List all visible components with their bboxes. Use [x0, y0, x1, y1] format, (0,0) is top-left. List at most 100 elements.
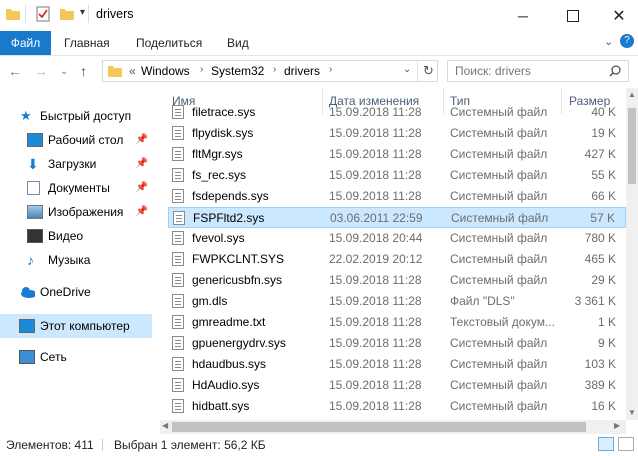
pin-icon[interactable]: 📌	[136, 200, 148, 224]
file-type: Системный файл	[450, 399, 548, 413]
file-date: 15.09.2018 11:28	[329, 294, 422, 308]
file-date: 15.09.2018 11:28	[329, 189, 422, 203]
tab-file[interactable]: Файл	[0, 31, 51, 55]
file-row[interactable]: fs_rec.sys 15.09.2018 11:28 Системный файл…	[168, 165, 626, 186]
maximize-button[interactable]	[550, 0, 596, 31]
file-row[interactable]: fsdepends.sys 15.09.2018 11:28 Системный ф…	[168, 186, 626, 207]
breadcrumb-windows[interactable]: Windows	[141, 64, 190, 78]
file-row[interactable]: fltMgr.sys 15.09.2018 11:28 Системный файл…	[168, 144, 626, 165]
vertical-scroll-thumb[interactable]	[628, 108, 636, 184]
nav-label: Рабочий стол	[48, 133, 124, 147]
file-row[interactable]: hidbatt.sys 15.09.2018 11:28 Системный фай…	[168, 396, 626, 417]
recent-locations-icon[interactable]: ⌄	[60, 66, 68, 77]
pin-icon[interactable]: 📌	[136, 128, 148, 152]
pin-icon[interactable]: 📌	[136, 176, 148, 200]
close-button[interactable]: ✕	[596, 0, 638, 31]
file-icon	[172, 336, 184, 350]
file-size: 29 K	[591, 273, 616, 287]
up-button[interactable]: ↑	[80, 63, 87, 79]
file-icon	[172, 378, 184, 392]
nav-network[interactable]: Сеть	[0, 345, 156, 369]
scroll-left-icon[interactable]: ◀	[162, 421, 168, 430]
file-date: 15.09.2018 11:28	[329, 357, 422, 371]
documents-icon	[27, 181, 40, 195]
nav-documents[interactable]: Документы 📌	[0, 176, 156, 200]
forward-button[interactable]: →	[34, 63, 48, 79]
file-row[interactable]: FWPKCLNT.SYS 22.02.2019 20:12 Системный фа…	[168, 249, 626, 270]
file-size: 19 K	[591, 126, 616, 140]
scroll-right-icon[interactable]: ▶	[614, 421, 620, 430]
address-bar[interactable]: « Windows › System32 › drivers › ⌄ ↻	[102, 60, 438, 82]
file-type: Системный файл	[450, 336, 548, 350]
file-type: Системный файл	[450, 126, 548, 140]
help-icon[interactable]: ?	[620, 34, 634, 48]
file-icon	[172, 189, 184, 203]
file-type: Системный файл	[450, 147, 548, 161]
pin-icon[interactable]: 📌	[136, 152, 148, 176]
chevron-right-icon[interactable]: ›	[200, 64, 203, 75]
music-icon: ♪	[27, 252, 34, 268]
nav-this-pc[interactable]: Этот компьютер	[0, 314, 152, 338]
file-row[interactable]: gmreadme.txt 15.09.2018 11:28 Текстовый до…	[168, 312, 626, 333]
scroll-up-icon[interactable]: ▲	[628, 90, 636, 99]
download-icon: ⬇	[27, 156, 39, 172]
tab-home[interactable]: Главная	[64, 31, 110, 55]
file-type: Файл "DLS"	[450, 294, 515, 308]
nav-quick-access[interactable]: ★ Быстрый доступ	[0, 104, 156, 128]
file-list: Имя Дата изменения Тип Размер filetrace.…	[160, 88, 626, 420]
file-row[interactable]: hdaudbus.sys 15.09.2018 11:28 Системный фа…	[168, 354, 626, 375]
expand-ribbon-icon[interactable]: ⌄	[604, 35, 613, 48]
details-view-icon[interactable]	[598, 437, 614, 451]
minimize-button[interactable]: ─	[500, 0, 546, 31]
chevron-right-icon[interactable]: ›	[273, 64, 276, 75]
tab-view[interactable]: Вид	[227, 31, 249, 55]
file-row[interactable]: gm.dls 15.09.2018 11:28 Файл "DLS" 3 361 K	[168, 291, 626, 312]
search-icon	[609, 65, 621, 77]
file-icon	[172, 357, 184, 371]
file-icon	[173, 211, 185, 225]
nav-desktop[interactable]: Рабочий стол 📌	[0, 128, 156, 152]
nav-label: Изображения	[48, 205, 124, 219]
breadcrumb-overflow[interactable]: «	[129, 64, 136, 78]
file-row[interactable]: filetrace.sys 15.09.2018 11:28 Системный ф…	[168, 102, 626, 123]
file-row[interactable]: genericusbfn.sys 15.09.2018 11:28 Системны…	[168, 270, 626, 291]
new-folder-icon[interactable]	[60, 8, 74, 20]
scroll-down-icon[interactable]: ▼	[628, 408, 636, 417]
nav-pictures[interactable]: Изображения 📌	[0, 200, 156, 224]
breadcrumb-system32[interactable]: System32	[211, 64, 264, 78]
address-dropdown-icon[interactable]: ⌄	[403, 64, 411, 75]
nav-onedrive[interactable]: OneDrive	[0, 280, 156, 304]
file-row[interactable]: flpydisk.sys 15.09.2018 11:28 Системный фа…	[168, 123, 626, 144]
file-date: 22.02.2019 20:12	[329, 252, 423, 266]
file-size: 57 K	[590, 211, 615, 225]
search-box[interactable]	[447, 60, 629, 82]
tab-share[interactable]: Поделиться	[136, 31, 202, 55]
ribbon-tabs: Файл Главная Поделиться Вид ⌄ ?	[0, 31, 638, 56]
nav-downloads[interactable]: ⬇ Загрузки 📌	[0, 152, 156, 176]
file-row[interactable]: FSPFltd2.sys 03.06.2011 22:59 Системный фа…	[168, 207, 626, 228]
file-name: gmreadme.txt	[192, 315, 266, 329]
nav-label: Видео	[48, 229, 84, 243]
chevron-right-icon[interactable]: ›	[329, 64, 332, 75]
horizontal-scroll-thumb[interactable]	[172, 422, 586, 432]
quick-access-dropdown-icon[interactable]: ▾	[80, 7, 85, 18]
file-row[interactable]: fvevol.sys 15.09.2018 20:44 Системный файл…	[168, 228, 626, 249]
file-icon	[172, 273, 184, 287]
star-icon: ★	[20, 108, 32, 123]
file-date: 15.09.2018 11:28	[329, 273, 422, 287]
title-bar: ▾ drivers ─ ✕	[0, 0, 638, 31]
refresh-icon[interactable]: ↻	[423, 63, 434, 79]
search-input[interactable]	[453, 63, 607, 79]
back-button[interactable]: ←	[8, 63, 22, 79]
file-name: gpuenergydrv.sys	[192, 336, 286, 350]
file-row[interactable]: HdAudio.sys 15.09.2018 11:28 Системный фай…	[168, 375, 626, 396]
breadcrumb-drivers[interactable]: drivers	[284, 64, 320, 78]
file-type: Системный файл	[450, 252, 548, 266]
file-row[interactable]: gpuenergydrv.sys 15.09.2018 11:28 Системны…	[168, 333, 626, 354]
divider	[25, 5, 26, 23]
properties-icon[interactable]	[36, 6, 50, 22]
nav-music[interactable]: ♪ Музыка	[0, 248, 156, 272]
file-type: Системный файл	[450, 273, 548, 287]
nav-video[interactable]: Видео	[0, 224, 156, 248]
large-icons-view-icon[interactable]	[618, 437, 634, 451]
